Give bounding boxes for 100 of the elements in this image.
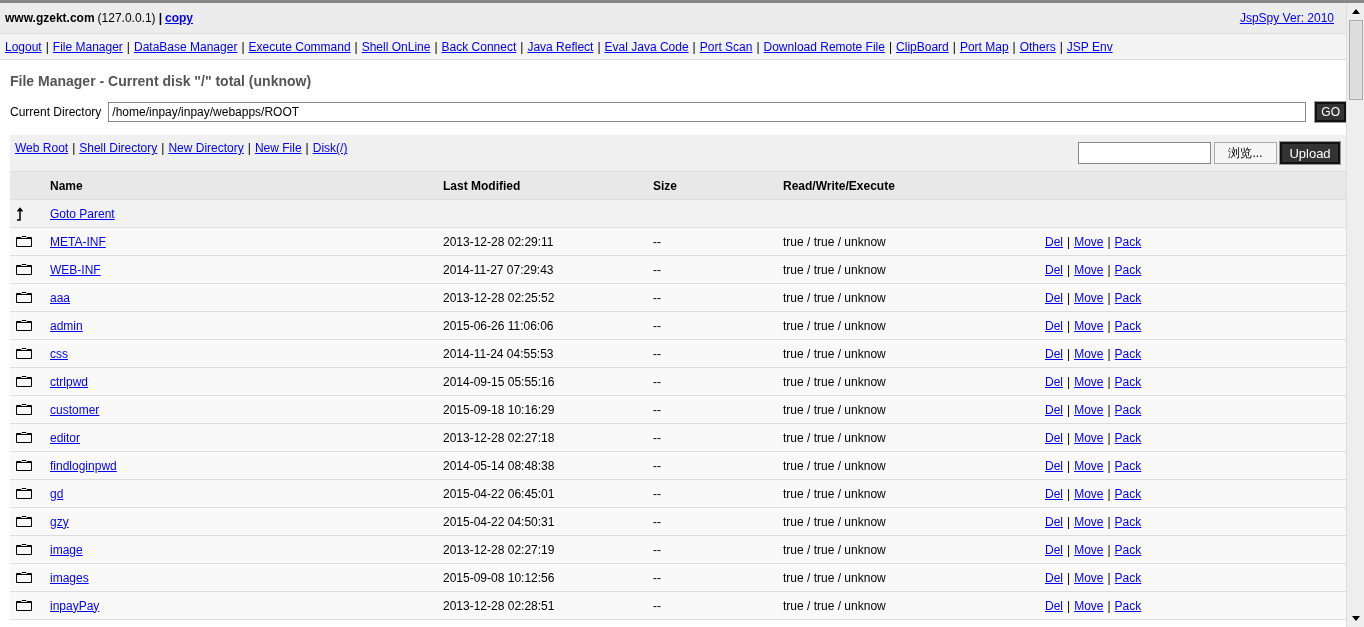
action-link[interactable]: Del — [1045, 290, 1063, 305]
go-button[interactable]: GO — [1315, 102, 1346, 122]
action-link[interactable]: Del — [1045, 542, 1063, 557]
browse-button[interactable]: 浏览... — [1214, 142, 1277, 164]
action-link[interactable]: Pack — [1114, 430, 1142, 445]
action-link[interactable]: Move — [1074, 458, 1104, 473]
action-link[interactable]: Move — [1074, 374, 1104, 389]
action-link[interactable]: Move — [1074, 346, 1104, 361]
action-link[interactable]: Del — [1045, 402, 1063, 417]
action-link[interactable]: Del — [1045, 262, 1063, 277]
folder-icon — [16, 432, 32, 443]
action-link[interactable]: Del — [1045, 374, 1063, 389]
permissions-value: true / true / unknow — [783, 234, 886, 249]
folder-link[interactable]: aaa — [50, 290, 71, 305]
scroll-down-icon[interactable] — [1351, 616, 1360, 621]
version-link[interactable]: JspSpy Ver: 2010 — [1239, 11, 1334, 25]
action-link[interactable]: Pack — [1114, 598, 1142, 613]
action-link[interactable]: Del — [1045, 234, 1063, 249]
folder-link[interactable]: image — [50, 542, 83, 557]
nav-link[interactable]: JSP Env — [1066, 39, 1113, 54]
nav-link[interactable]: Shell OnLine — [361, 39, 431, 54]
action-link[interactable]: Move — [1074, 542, 1104, 557]
action-link[interactable]: Move — [1074, 402, 1104, 417]
action-link[interactable]: Pack — [1114, 514, 1142, 529]
nav-link[interactable]: Eval Java Code — [604, 39, 689, 54]
action-link[interactable]: Pack — [1114, 402, 1142, 417]
action-link[interactable]: Del — [1045, 486, 1063, 501]
nav-link[interactable]: Port Scan — [699, 39, 753, 54]
action-link[interactable]: Pack — [1114, 458, 1142, 473]
folder-link[interactable]: ctrlpwd — [50, 374, 88, 389]
scroll-up-icon[interactable] — [1351, 9, 1360, 14]
scroll-thumb[interactable] — [1348, 20, 1363, 100]
action-link[interactable]: Move — [1074, 318, 1104, 333]
scrollbar[interactable] — [1346, 3, 1364, 627]
separator: | — [1107, 458, 1111, 473]
action-link[interactable]: Move — [1074, 290, 1104, 305]
folder-link[interactable]: META-INF — [50, 234, 106, 249]
action-link[interactable]: Pack — [1114, 318, 1142, 333]
nav-link[interactable]: Port Map — [959, 39, 1009, 54]
nav-link[interactable]: Back Connect — [441, 39, 517, 54]
action-link[interactable]: Pack — [1114, 486, 1142, 501]
column-header: Read/Write/Execute — [783, 178, 895, 193]
folder-link[interactable]: admin — [50, 318, 83, 333]
folder-link[interactable]: findloginpwd — [50, 458, 117, 473]
folder-link[interactable]: images — [50, 570, 89, 585]
folder-link[interactable]: inpayPay — [50, 598, 100, 613]
folder-link[interactable]: gzy — [50, 514, 69, 529]
folder-link[interactable]: customer — [50, 402, 100, 417]
action-link[interactable]: Move — [1074, 570, 1104, 585]
folder-link[interactable]: editor — [50, 430, 81, 445]
action-link[interactable]: Move — [1074, 262, 1104, 277]
upload-button[interactable]: Upload — [1280, 142, 1340, 164]
action-link[interactable]: Move — [1074, 486, 1104, 501]
action-link[interactable]: Move — [1074, 430, 1104, 445]
folder-link[interactable]: WEB-INF — [50, 262, 101, 277]
action-link[interactable]: Del — [1045, 514, 1063, 529]
action-link[interactable]: Del — [1045, 570, 1063, 585]
action-link[interactable]: Pack — [1114, 542, 1142, 557]
nav-link[interactable]: ClipBoard — [896, 39, 949, 54]
toolbar-link[interactable]: Shell Directory — [79, 141, 158, 155]
nav-link[interactable]: Download Remote File — [763, 39, 885, 54]
nav-link[interactable]: Execute Command — [248, 39, 351, 54]
folder-link[interactable]: gd — [50, 486, 64, 501]
action-link[interactable]: Pack — [1114, 262, 1142, 277]
action-link[interactable]: Move — [1074, 514, 1104, 529]
nav-link[interactable]: DataBase Manager — [134, 39, 238, 54]
action-link[interactable]: Del — [1045, 458, 1063, 473]
directory-label: Current Directory — [10, 105, 102, 119]
size-value: -- — [653, 346, 661, 361]
action-link[interactable]: Del — [1045, 430, 1063, 445]
separator: | — [126, 39, 130, 54]
separator: | — [1107, 570, 1111, 585]
action-link[interactable]: Pack — [1114, 374, 1142, 389]
action-link[interactable]: Move — [1074, 234, 1104, 249]
nav-link[interactable]: File Manager — [52, 39, 123, 54]
toolbar-link[interactable]: New File — [254, 141, 302, 155]
action-link[interactable]: Pack — [1114, 346, 1142, 361]
nav-link[interactable]: Others — [1019, 39, 1056, 54]
action-link[interactable]: Pack — [1114, 234, 1142, 249]
directory-field[interactable]: /home/inpay/inpay/webapps/ROOT — [108, 102, 1307, 122]
action-link[interactable]: Del — [1045, 346, 1063, 361]
toolbar-link[interactable]: Disk(/) — [312, 141, 348, 155]
action-link[interactable]: Del — [1045, 318, 1063, 333]
separator: | — [72, 141, 76, 155]
action-link[interactable]: Pack — [1114, 290, 1142, 305]
action-link[interactable]: Del — [1045, 598, 1063, 613]
goto-parent-link[interactable]: Goto Parent — [50, 206, 115, 221]
folder-link[interactable]: css — [50, 346, 68, 361]
toolbar-link[interactable]: New Directory — [168, 141, 244, 155]
nav-link[interactable]: Java Reflect — [527, 39, 594, 54]
action-link[interactable]: Pack — [1114, 570, 1142, 585]
separator: | — [161, 141, 165, 155]
nav-link[interactable]: Logout — [5, 39, 42, 54]
file-field[interactable] — [1078, 142, 1211, 164]
separator: | — [952, 39, 956, 54]
toolbar-link[interactable]: Web Root — [15, 141, 69, 155]
folder-icon — [16, 348, 32, 359]
modified-date: 2013-12-28 02:28:51 — [443, 598, 555, 613]
action-link[interactable]: Move — [1074, 598, 1104, 613]
copy-link[interactable]: copy — [165, 11, 193, 25]
